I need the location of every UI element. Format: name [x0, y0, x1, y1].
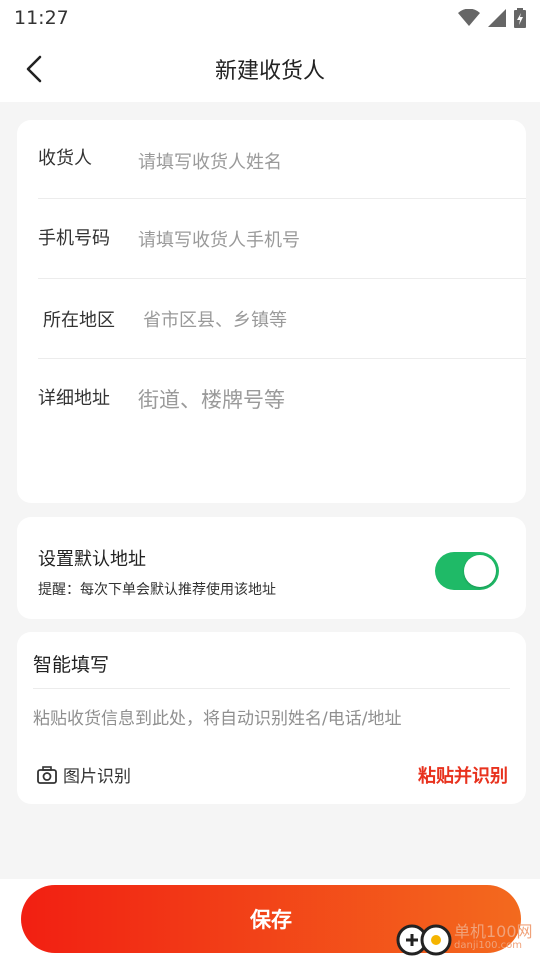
wifi-icon — [458, 9, 480, 26]
toggle-knob — [464, 555, 496, 587]
region-input[interactable]: 省市区县、乡镇等 — [143, 306, 287, 332]
image-recognize-button[interactable]: 图片识别 — [37, 762, 131, 787]
default-address-hint: 提醒：每次下单会默认推荐使用该地址 — [38, 582, 276, 598]
chevron-left-icon — [26, 55, 42, 83]
divider — [38, 198, 526, 199]
watermark-logo-icon — [396, 924, 452, 955]
camera-icon — [37, 765, 57, 784]
signal-icon — [488, 9, 506, 27]
watermark-main: 单机100网 — [454, 922, 533, 941]
address-row[interactable]: 详细地址 街道、楼牌号等 — [38, 384, 526, 414]
receiver-row[interactable]: 收货人 请填写收货人姓名 — [38, 144, 526, 174]
nav-bar: 新建收货人 — [0, 36, 540, 102]
status-bar: 11:27 — [0, 0, 540, 36]
divider — [38, 358, 526, 359]
paste-recognize-button[interactable]: 粘贴并识别 — [418, 762, 508, 788]
back-button[interactable] — [18, 53, 50, 85]
smart-fill-title: 智能填写 — [33, 654, 110, 676]
watermark-text: 单机100网 danji100.com — [454, 922, 533, 952]
address-form-card: 收货人 请填写收货人姓名 手机号码 请填写收货人手机号 所在地区 省市区县、乡镇… — [17, 120, 526, 503]
watermark-sub: danji100.com — [454, 940, 522, 951]
smart-fill-card: 智能填写 粘贴收货信息到此处，将自动识别姓名/电话/地址 图片识别 粘贴并识别 — [17, 632, 526, 804]
region-label: 所在地区 — [43, 310, 115, 331]
receiver-input[interactable]: 请填写收货人姓名 — [138, 148, 282, 174]
image-recognize-label: 图片识别 — [63, 767, 131, 787]
watermark: 单机100网 danji100.com — [392, 915, 540, 960]
phone-input[interactable]: 请填写收货人手机号 — [138, 226, 300, 252]
address-input[interactable]: 街道、楼牌号等 — [138, 384, 285, 414]
divider — [33, 688, 510, 689]
phone-label: 手机号码 — [38, 228, 110, 249]
phone-row[interactable]: 手机号码 请填写收货人手机号 — [38, 224, 526, 252]
divider — [38, 278, 526, 279]
default-address-title: 设置默认地址 — [38, 549, 146, 570]
region-row[interactable]: 所在地区 省市区县、乡镇等 — [43, 306, 526, 332]
address-label: 详细地址 — [38, 388, 110, 409]
smart-fill-textarea[interactable]: 粘贴收货信息到此处，将自动识别姓名/电话/地址 — [33, 704, 401, 729]
receiver-label: 收货人 — [38, 148, 92, 169]
status-icons — [458, 8, 526, 28]
status-time: 11:27 — [14, 7, 69, 29]
default-address-card: 设置默认地址 提醒：每次下单会默认推荐使用该地址 — [17, 517, 526, 619]
default-address-toggle[interactable] — [435, 552, 499, 590]
page-title: 新建收货人 — [214, 59, 325, 84]
battery-icon — [514, 8, 526, 28]
